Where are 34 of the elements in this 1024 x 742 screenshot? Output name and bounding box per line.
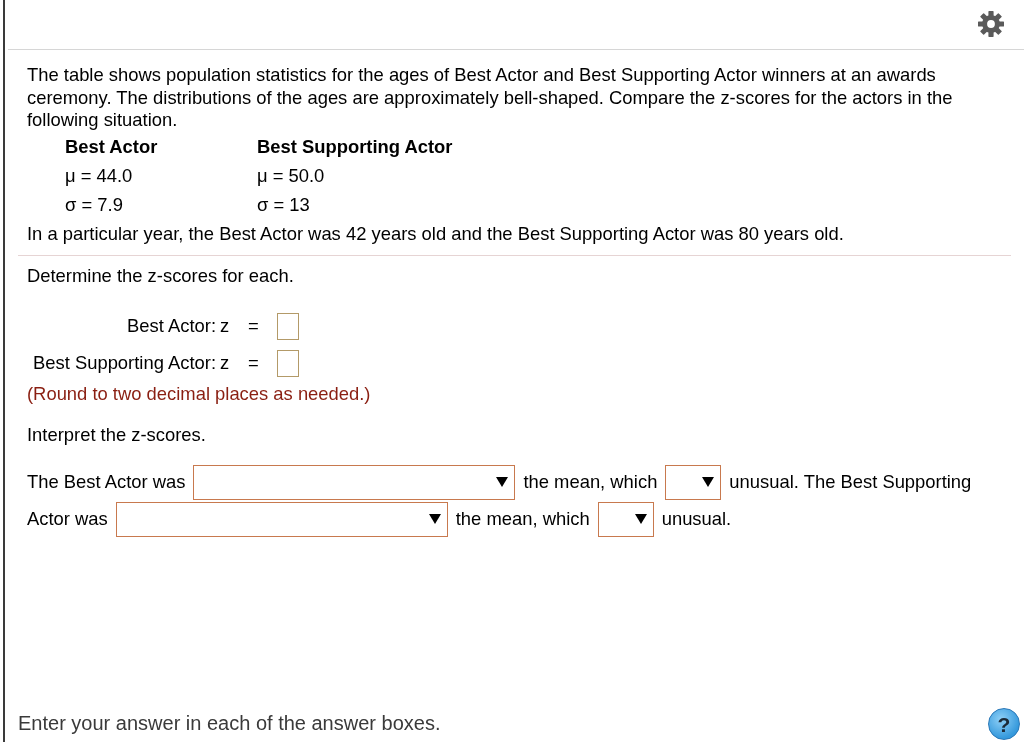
equals-sign: = (248, 315, 259, 337)
help-button[interactable]: ? (988, 708, 1020, 740)
table-cell-text: μ = 50.0 (257, 165, 326, 187)
equals-sign: = (248, 352, 259, 374)
table-cell-text: σ = 7.9 (65, 194, 124, 216)
caret-icon (496, 476, 509, 488)
answer-box[interactable] (277, 349, 299, 377)
question-text: The table shows population statistics for the ages of Best Actor and Best Supporting Actor winners at an awards ceremony. The distributions of the ages are approximately bell-shaped. Compare the z-scores for the actors in the following situation. (27, 64, 954, 132)
table-heading: Best Actor (65, 136, 159, 158)
sentence-text: unusual. (661, 508, 732, 530)
caret-icon (634, 513, 647, 525)
instruction-text: Interpret the z-scores. (27, 424, 207, 447)
caret-icon (428, 513, 441, 525)
dropdown[interactable] (665, 464, 722, 500)
answer-label: Best Supporting Actor: (33, 352, 216, 374)
instruction-text: Determine the z-scores for each. (27, 265, 295, 288)
variable-text: z (220, 352, 230, 374)
sentence-text: the mean, which (455, 508, 590, 530)
settings-icon[interactable] (978, 10, 1004, 37)
table-heading: Best Supporting Actor (257, 136, 453, 158)
variable-text: z (220, 315, 230, 337)
sentence-text: The Best Actor was (27, 471, 186, 493)
dropdown[interactable] (597, 501, 654, 537)
table-cell-text: σ = 13 (257, 194, 311, 216)
situation-text: In a particular year, the Best Actor was 42 years old and the Best Supporting Actor was 80 years old. (27, 222, 845, 245)
sentence-text: Actor was (27, 508, 108, 530)
answer-label: Best Actor: (127, 315, 216, 337)
table-cell-text: μ = 44.0 (65, 165, 134, 187)
instruction-text: Enter your answer in each of the answer boxes. (18, 710, 441, 736)
sentence-text: the mean, which (523, 471, 658, 493)
rounding-note: (Round to two decimal places as needed.) (27, 382, 372, 405)
answer-box[interactable] (277, 312, 299, 340)
caret-icon (702, 476, 715, 488)
sentence-text: unusual. The Best Supporting (729, 471, 972, 493)
